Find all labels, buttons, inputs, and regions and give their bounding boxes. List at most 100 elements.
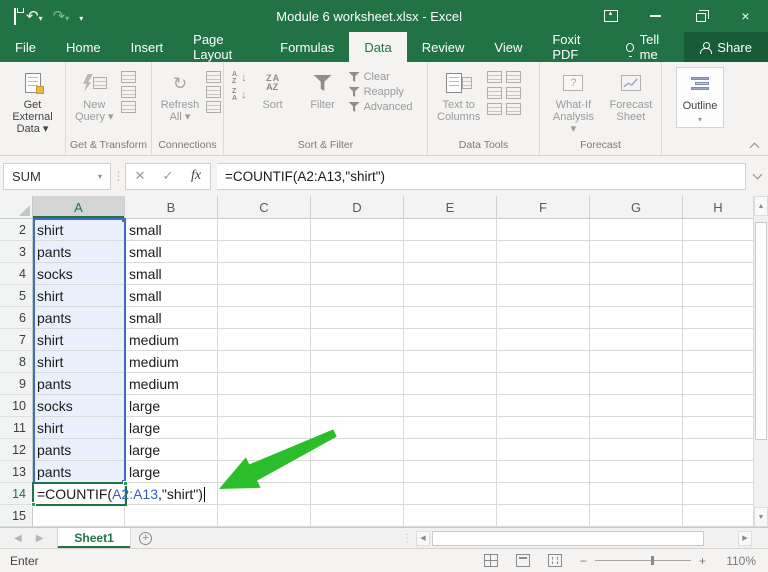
cell-b15[interactable]: [125, 505, 218, 527]
scroll-up-icon[interactable]: ▲: [754, 196, 768, 216]
tab-home[interactable]: Home: [51, 32, 116, 62]
zoom-in-icon[interactable]: +: [699, 554, 706, 568]
column-header-d[interactable]: D: [311, 196, 404, 219]
cell[interactable]: [311, 329, 404, 351]
cell-a5[interactable]: shirt: [33, 285, 125, 307]
restore-button[interactable]: [678, 0, 723, 32]
manage-data-model-icon[interactable]: [506, 103, 521, 115]
cell[interactable]: [218, 461, 311, 483]
cell-a13[interactable]: pants: [33, 461, 125, 483]
what-if-analysis-button[interactable]: ? What-If Analysis ▾: [544, 67, 603, 138]
cell-b8[interactable]: medium: [125, 351, 218, 373]
cell[interactable]: [218, 307, 311, 329]
cell[interactable]: [497, 263, 590, 285]
text-to-columns-button[interactable]: Text to Columns: [432, 67, 485, 126]
clear-filter-button[interactable]: Clear: [349, 71, 413, 83]
cell[interactable]: [404, 461, 497, 483]
refresh-all-button[interactable]: ↻ Refresh All ▾: [156, 67, 204, 126]
row-header-4[interactable]: 4: [0, 263, 33, 285]
horizontal-scrollbar-thumb[interactable]: [432, 531, 704, 546]
sort-ascending-button[interactable]: AZ↓: [232, 71, 247, 85]
properties-icon[interactable]: [206, 86, 221, 98]
cell[interactable]: [218, 329, 311, 351]
cell-b4[interactable]: small: [125, 263, 218, 285]
cell-a14-formula[interactable]: =COUNTIF(A2:A13,"shirt"): [37, 484, 205, 504]
outline-button[interactable]: Outline ▾: [676, 67, 724, 128]
remove-duplicates-icon[interactable]: [506, 71, 521, 83]
cell[interactable]: [311, 417, 404, 439]
sort-button[interactable]: ZAAZ Sort: [249, 67, 297, 114]
cell-b2[interactable]: small: [125, 219, 218, 241]
cell-b5[interactable]: small: [125, 285, 218, 307]
cell[interactable]: [218, 505, 311, 527]
cell[interactable]: [590, 241, 683, 263]
cell[interactable]: [683, 505, 753, 527]
cell[interactable]: [497, 307, 590, 329]
vertical-scrollbar-thumb[interactable]: [755, 222, 767, 440]
column-header-g[interactable]: G: [590, 196, 683, 219]
share-button[interactable]: Share: [684, 32, 768, 62]
name-box[interactable]: SUM ▾: [3, 163, 111, 190]
zoom-slider[interactable]: [595, 560, 691, 561]
flash-fill-icon[interactable]: [487, 71, 502, 83]
normal-view-icon[interactable]: [484, 554, 498, 567]
advanced-button[interactable]: Advanced: [349, 101, 413, 113]
cell[interactable]: [404, 417, 497, 439]
cell-b9[interactable]: medium: [125, 373, 218, 395]
cell[interactable]: [683, 351, 753, 373]
cell-b12[interactable]: large: [125, 439, 218, 461]
close-button[interactable]: ×: [723, 0, 768, 32]
ribbon-display-options-icon[interactable]: ▴: [588, 0, 633, 32]
cell[interactable]: [404, 219, 497, 241]
scroll-left-icon[interactable]: ◀: [416, 531, 430, 546]
zoom-out-icon[interactable]: −: [580, 554, 587, 568]
cell[interactable]: [497, 329, 590, 351]
cell[interactable]: [683, 461, 753, 483]
column-header-e[interactable]: E: [404, 196, 497, 219]
cell[interactable]: [311, 351, 404, 373]
cell[interactable]: [590, 219, 683, 241]
cell[interactable]: [311, 285, 404, 307]
tab-foxit-pdf[interactable]: Foxit PDF: [537, 32, 612, 62]
cell[interactable]: [590, 505, 683, 527]
get-external-data-button[interactable]: Get External Data ▾: [4, 67, 61, 138]
scroll-right-icon[interactable]: ▶: [738, 531, 752, 546]
cell[interactable]: [590, 483, 683, 505]
tab-file[interactable]: File: [0, 32, 51, 62]
cell[interactable]: [218, 285, 311, 307]
cell[interactable]: [590, 373, 683, 395]
cell-b6[interactable]: small: [125, 307, 218, 329]
expand-formula-bar-icon[interactable]: [746, 169, 768, 184]
forecast-sheet-button[interactable]: Forecast Sheet: [605, 67, 657, 126]
sheet-tab-sheet1[interactable]: Sheet1: [57, 528, 130, 548]
column-header-a[interactable]: A: [33, 196, 125, 219]
cell-a6[interactable]: pants: [33, 307, 125, 329]
tab-review[interactable]: Review: [407, 32, 480, 62]
sheet-nav-left-icon[interactable]: ◀: [14, 533, 22, 544]
row-header-12[interactable]: 12: [0, 439, 33, 461]
row-header-14[interactable]: 14: [0, 483, 33, 505]
row-header-13[interactable]: 13: [0, 461, 33, 483]
row-header-10[interactable]: 10: [0, 395, 33, 417]
filter-button[interactable]: Filter: [299, 67, 347, 114]
cell[interactable]: [311, 395, 404, 417]
cell[interactable]: [497, 219, 590, 241]
enter-entry-button[interactable]: ✓: [154, 168, 182, 184]
column-header-f[interactable]: F: [497, 196, 590, 219]
cell[interactable]: [497, 505, 590, 527]
cell[interactable]: [683, 307, 753, 329]
cell-a4[interactable]: socks: [33, 263, 125, 285]
scroll-down-icon[interactable]: ▼: [754, 507, 768, 527]
cell[interactable]: [590, 307, 683, 329]
cell[interactable]: [311, 263, 404, 285]
cell[interactable]: [590, 285, 683, 307]
tell-me-box[interactable]: Tell me: [612, 32, 684, 62]
row-header-7[interactable]: 7: [0, 329, 33, 351]
cell-b13[interactable]: large: [125, 461, 218, 483]
cell[interactable]: [404, 373, 497, 395]
cell-a12[interactable]: pants: [33, 439, 125, 461]
save-icon[interactable]: [14, 9, 16, 24]
cell[interactable]: [590, 263, 683, 285]
row-header-8[interactable]: 8: [0, 351, 33, 373]
cell[interactable]: [218, 263, 311, 285]
